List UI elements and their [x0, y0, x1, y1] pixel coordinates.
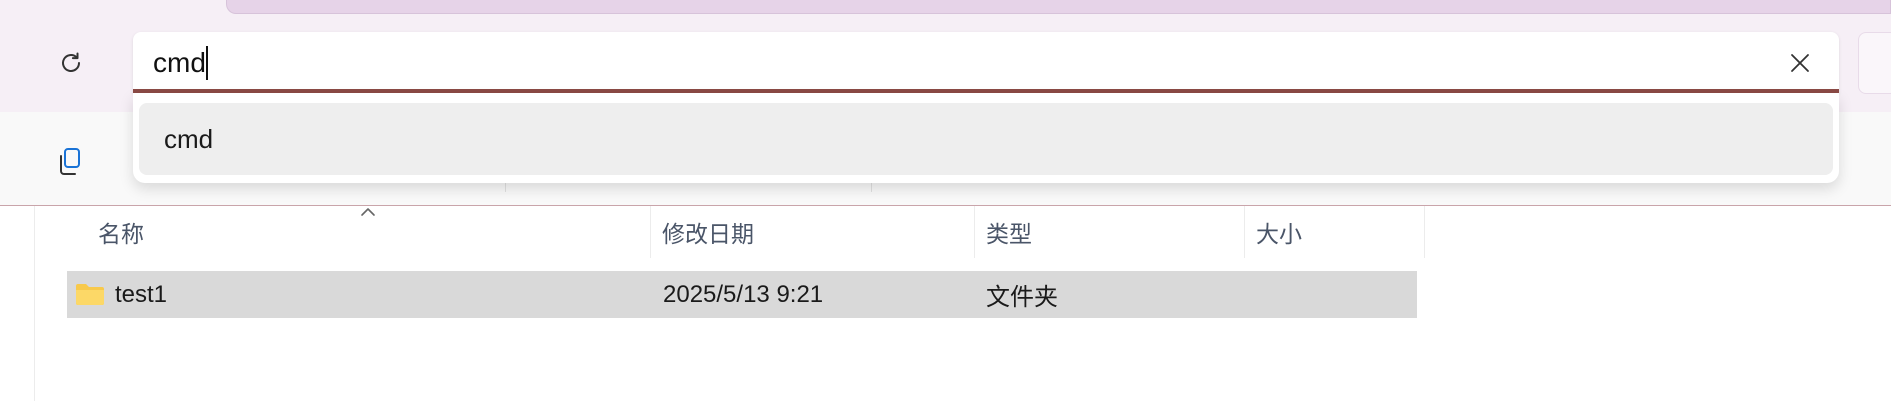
suggestion-item[interactable]: cmd: [139, 103, 1833, 175]
address-bar[interactable]: [133, 32, 1839, 94]
clear-button[interactable]: [1779, 42, 1821, 84]
suggestion-label: cmd: [164, 123, 214, 154]
column-header-name[interactable]: 名称: [88, 206, 650, 258]
table-row[interactable]: test1 2025/5/13 9:21 文件夹: [67, 271, 1417, 318]
column-divider[interactable]: [1424, 206, 1425, 258]
navigation-pane-divider: [34, 206, 35, 401]
overflow-button[interactable]: [1858, 32, 1891, 94]
column-divider[interactable]: [650, 206, 651, 258]
address-input[interactable]: [153, 40, 1713, 86]
copy-button[interactable]: [50, 142, 90, 182]
column-header-label: 大小: [1256, 221, 1302, 247]
text-caret: [206, 46, 208, 80]
file-name: test1: [115, 280, 168, 308]
column-header-label: 修改日期: [662, 221, 754, 247]
column-divider[interactable]: [974, 206, 975, 258]
column-header-size[interactable]: 大小: [1246, 206, 1424, 258]
suggestion-dropdown: cmd: [133, 93, 1839, 183]
column-divider[interactable]: [1244, 206, 1245, 258]
refresh-icon: [62, 52, 80, 72]
copy-icon: [60, 148, 80, 175]
close-icon: [1791, 54, 1809, 72]
column-header-label: 类型: [986, 221, 1032, 247]
file-modified: 2025/5/13 9:21: [663, 280, 824, 308]
folder-icon: [76, 284, 104, 305]
column-header-modified[interactable]: 修改日期: [652, 206, 974, 258]
column-header-label: 名称: [98, 221, 144, 247]
refresh-button[interactable]: [50, 42, 92, 84]
file-type: 文件夹: [986, 284, 1058, 311]
column-header-type[interactable]: 类型: [976, 206, 1244, 258]
tab-strip: [226, 0, 1891, 14]
